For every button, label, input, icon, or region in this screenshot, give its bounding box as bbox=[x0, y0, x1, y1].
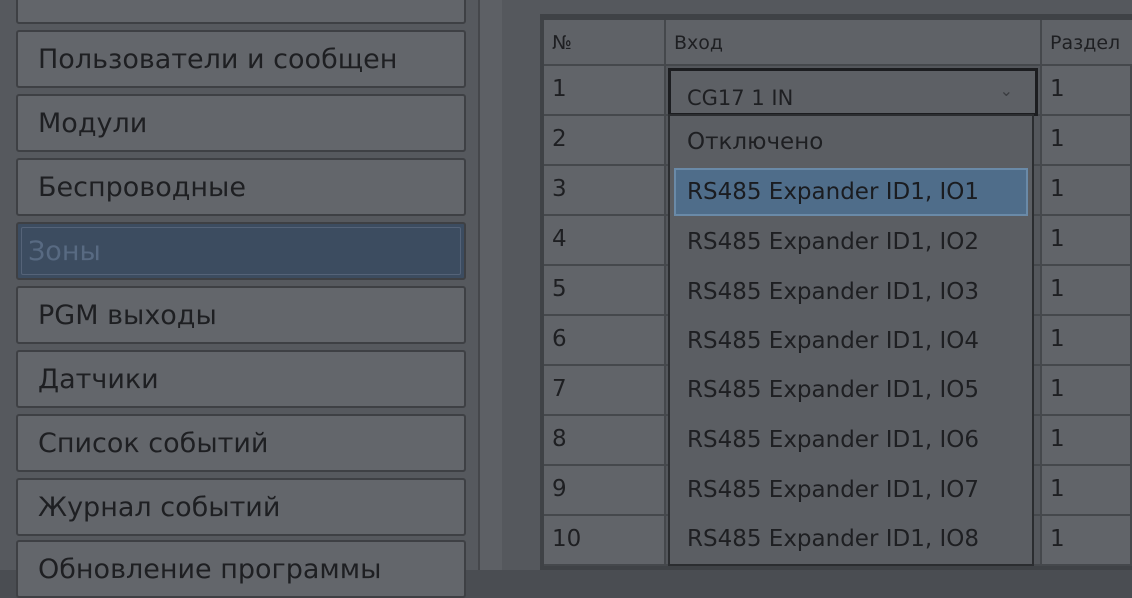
cell-section[interactable]: 1 bbox=[1042, 366, 1132, 416]
dropdown-option[interactable]: Отключено bbox=[674, 118, 1028, 166]
dropdown-option-highlighted[interactable]: RS485 Expander ID1, IO1 bbox=[674, 168, 1028, 216]
sidebar-item-label: Список событий bbox=[38, 428, 269, 459]
sidebar-item-event-list[interactable]: Список событий bbox=[16, 414, 466, 472]
cell-section[interactable]: 1 bbox=[1042, 466, 1132, 516]
cell-section[interactable]: 1 bbox=[1042, 216, 1132, 266]
sidebar: Пользователи и сообщен Модули Беспроводн… bbox=[0, 0, 480, 598]
cell-number[interactable]: 8 bbox=[544, 416, 666, 466]
dropdown-option[interactable]: RS485 Expander ID1, IO3 bbox=[674, 268, 1028, 316]
combobox-value: CG17 1 IN bbox=[687, 86, 794, 110]
column-header-section[interactable]: Раздел bbox=[1042, 20, 1132, 66]
sidebar-item-event-log[interactable]: Журнал событий bbox=[16, 478, 466, 536]
column-header-label: Вход bbox=[674, 32, 724, 54]
splitter[interactable] bbox=[478, 0, 504, 570]
sidebar-item-label: Зоны bbox=[28, 236, 101, 267]
column-header-number[interactable]: № bbox=[544, 20, 666, 66]
cell-section[interactable]: 1 bbox=[1042, 166, 1132, 216]
sidebar-item-label: Беспроводные bbox=[38, 172, 246, 203]
column-header-label: Раздел bbox=[1050, 32, 1121, 54]
sidebar-item-users-messages[interactable]: Пользователи и сообщен bbox=[16, 30, 466, 88]
cell-number[interactable]: 10 bbox=[544, 516, 666, 566]
cell-section[interactable]: 1 bbox=[1042, 416, 1132, 466]
column-header-label: № bbox=[552, 32, 572, 54]
sidebar-item-label: Пользователи и сообщен bbox=[38, 44, 398, 75]
cell-number[interactable]: 4 bbox=[544, 216, 666, 266]
cell-number[interactable]: 7 bbox=[544, 366, 666, 416]
chevron-down-icon[interactable]: ⌄ bbox=[1000, 81, 1013, 100]
sidebar-item-partial[interactable] bbox=[16, 0, 466, 24]
cell-number[interactable]: 3 bbox=[544, 166, 666, 216]
sidebar-item-zones[interactable]: Зоны bbox=[16, 222, 466, 280]
cell-section[interactable]: 1 bbox=[1042, 116, 1132, 166]
sidebar-item-pgm-outputs[interactable]: PGM выходы bbox=[16, 286, 466, 344]
dropdown-option[interactable]: RS485 Expander ID1, IO2 bbox=[674, 218, 1028, 266]
cell-section[interactable]: 1 bbox=[1042, 266, 1132, 316]
input-combobox[interactable]: CG17 1 IN ⌄ bbox=[668, 68, 1038, 116]
cell-number[interactable]: 6 bbox=[544, 316, 666, 366]
sidebar-item-wireless[interactable]: Беспроводные bbox=[16, 158, 466, 216]
sidebar-item-firmware-update[interactable]: Обновление программы bbox=[16, 540, 466, 598]
sidebar-item-modules[interactable]: Модули bbox=[16, 94, 466, 152]
sidebar-item-label: Журнал событий bbox=[38, 492, 281, 523]
dropdown-option[interactable]: RS485 Expander ID1, IO6 bbox=[674, 416, 1028, 464]
column-header-input[interactable]: Вход bbox=[666, 20, 1042, 66]
input-dropdown-list: Отключено RS485 Expander ID1, IO1 RS485 … bbox=[668, 114, 1034, 566]
dropdown-option[interactable]: RS485 Expander ID1, IO5 bbox=[674, 366, 1028, 414]
cell-number[interactable]: 9 bbox=[544, 466, 666, 516]
cell-section[interactable]: 1 bbox=[1042, 316, 1132, 366]
cell-section[interactable]: 1 bbox=[1042, 66, 1132, 116]
dropdown-option[interactable]: RS485 Expander ID1, IO7 bbox=[674, 466, 1028, 514]
sidebar-item-label: Модули bbox=[38, 108, 148, 139]
cell-number[interactable]: 2 bbox=[544, 116, 666, 166]
sidebar-item-sensors[interactable]: Датчики bbox=[16, 350, 466, 408]
cell-number[interactable]: 5 bbox=[544, 266, 666, 316]
sidebar-item-label: Датчики bbox=[38, 364, 159, 395]
dropdown-option[interactable]: RS485 Expander ID1, IO4 bbox=[674, 317, 1028, 365]
dropdown-option[interactable]: RS485 Expander ID1, IO8 bbox=[674, 515, 1028, 563]
sidebar-item-label: PGM выходы bbox=[38, 300, 217, 331]
cell-section[interactable]: 1 bbox=[1042, 516, 1132, 566]
cell-number[interactable]: 1 bbox=[544, 66, 666, 116]
